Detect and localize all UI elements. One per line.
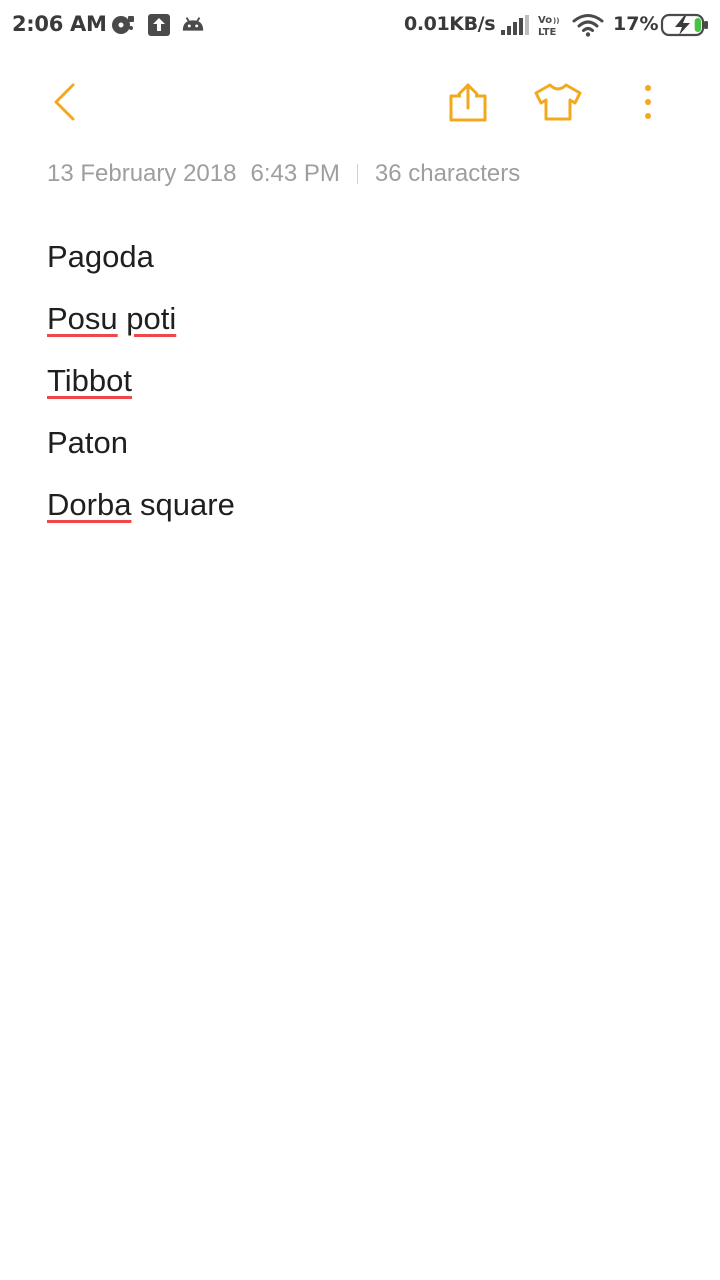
share-button[interactable] [442,76,494,128]
note-editor[interactable]: Pagoda Posu poti Tibbot Paton Dorba square [47,232,687,542]
misspelled-word: poti [126,301,177,336]
misspelled-word: Tibbot [47,363,133,398]
chevron-left-icon [54,83,75,121]
misspelled-word: Posu [47,301,118,336]
note-line[interactable]: Posu poti [47,294,687,356]
meta-divider [356,164,358,184]
notes-editor-screen: 2:06 AM 0.01KB/s Vo)) LTE 17% 13 Februa… [0,0,720,1280]
theme-button[interactable] [530,76,586,128]
svg-text:Vo: Vo [538,15,552,26]
note-text: Pagoda [47,239,154,274]
android-debug-icon [182,17,204,31]
battery-percent: 17% [613,13,659,35]
svg-text:)): )) [553,17,559,25]
note-text [118,301,127,336]
network-speed: 0.01KB/s [404,13,496,35]
character-count: 36 characters [374,160,521,187]
share-icon [449,83,487,122]
cell-signal-icon [501,15,529,35]
note-meta: 13 February 2018 6:43 PM 36 characters [47,158,520,190]
note-line[interactable]: Dorba square [47,480,687,542]
status-bar: 2:06 AM 0.01KB/s Vo)) LTE 17% [0,0,720,50]
tshirt-icon [534,83,582,121]
back-button[interactable] [40,78,88,126]
note-line[interactable]: Tibbot [47,356,687,418]
editor-toolbar [0,66,720,138]
sync-disc-icon [112,16,134,34]
note-text: square [131,487,235,522]
note-date: 13 February 2018 [47,160,237,187]
note-line[interactable]: Paton [47,418,687,480]
more-vertical-icon [645,85,651,119]
volte-lte-icon: Vo )) LTE [538,15,559,38]
svg-text:LTE: LTE [538,27,557,38]
wifi-icon [572,14,604,37]
status-time: 2:06 AM [12,12,107,36]
misspelled-word: Dorba [47,487,132,522]
upload-icon [148,14,170,36]
battery-charging-icon [660,13,708,37]
note-text: Paton [47,425,129,460]
more-options-button[interactable] [624,76,672,128]
note-line[interactable]: Pagoda [47,232,687,294]
note-time: 6:43 PM [250,160,340,187]
